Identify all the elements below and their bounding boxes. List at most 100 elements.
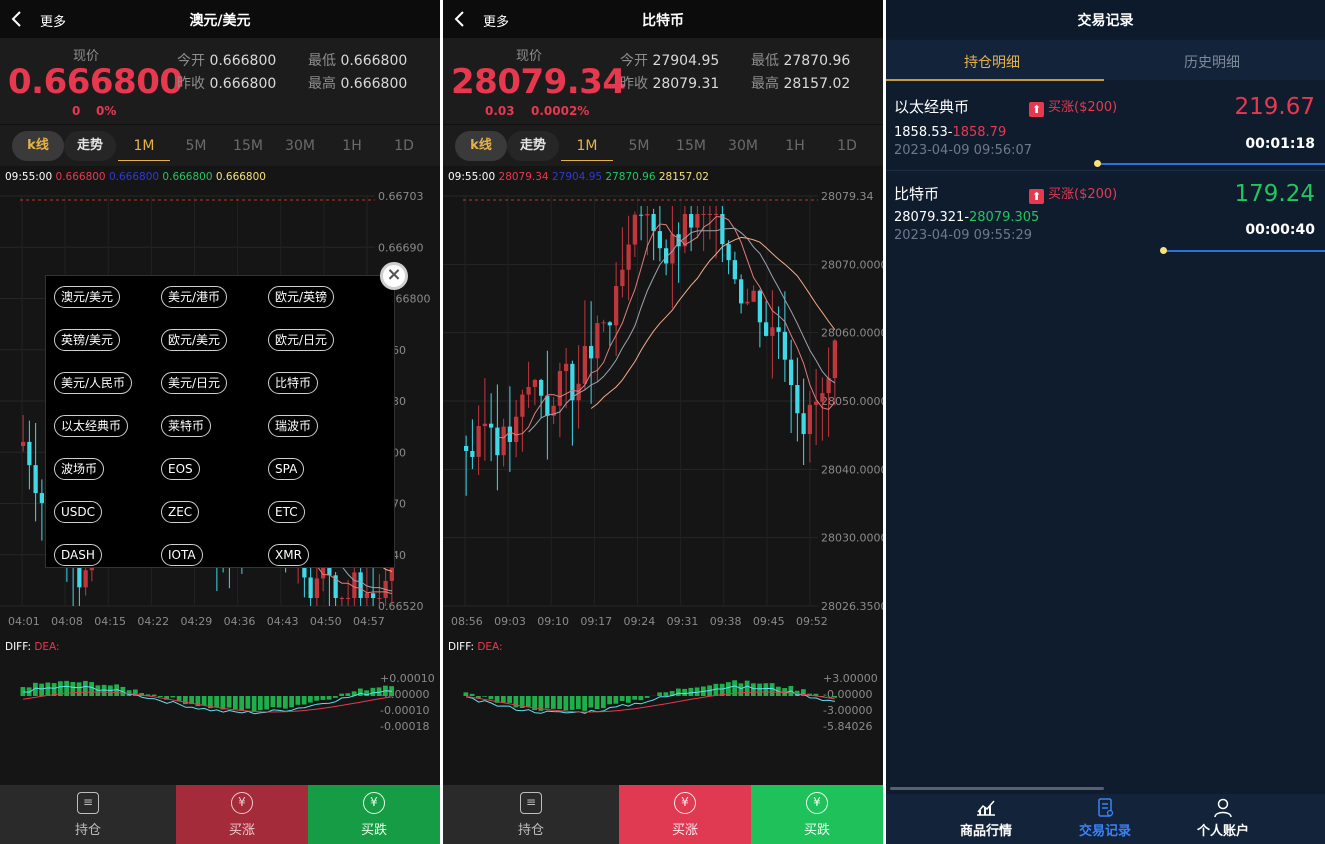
candle-body — [626, 244, 631, 270]
symbol-menu-item[interactable]: 欧元/英镑 — [268, 286, 335, 308]
y-tick-label: 0.66520 — [378, 600, 424, 613]
tab-positions[interactable]: 持仓明细 — [964, 52, 1020, 72]
symbol-menu-item[interactable]: IOTA — [161, 544, 203, 566]
macd-bar — [463, 692, 469, 696]
position-profit: 219.67 — [1234, 94, 1315, 120]
page-title: 澳元/美元 — [189, 13, 251, 29]
hold-button[interactable]: ≡ 持仓 — [443, 785, 619, 844]
symbol-menu-item[interactable]: DASH — [54, 544, 102, 566]
macd-bar — [258, 696, 263, 711]
macd-bar — [226, 696, 232, 708]
macd-bar — [201, 696, 207, 706]
current-price: 0.666800 — [8, 62, 183, 102]
nav-market[interactable]: 商品行情 — [926, 794, 1046, 844]
bottom-bar: ≡ 持仓 ¥ 买涨 ¥ 买跌 — [0, 785, 440, 844]
macd-bar — [601, 696, 606, 709]
tab-kline[interactable]: k线 — [455, 131, 507, 161]
x-tick-label: 04:01 — [8, 615, 40, 628]
record-tabs: 持仓明细 历史明细 — [886, 40, 1325, 80]
symbol-menu-item[interactable]: 澳元/美元 — [54, 286, 121, 308]
chart-tabs: k线 走势 1M 5M 15M 30M 1H 1D — [443, 124, 883, 166]
period-30m[interactable]: 30M — [274, 131, 326, 161]
symbol-menu-item[interactable]: XMR — [268, 544, 309, 566]
symbol-menu-item[interactable]: 比特币 — [268, 372, 319, 394]
symbol-menu-item[interactable]: EOS — [161, 458, 200, 480]
symbol-menu-item[interactable]: 美元/日元 — [161, 372, 228, 394]
period-5m[interactable]: 5M — [613, 131, 665, 161]
macd-bar — [588, 696, 594, 708]
hold-button[interactable]: ≡ 持仓 — [0, 785, 176, 844]
macd-bar — [151, 694, 157, 696]
symbol-menu-item[interactable]: USDC — [54, 501, 103, 523]
nav-account[interactable]: 个人账户 — [1164, 794, 1282, 844]
period-1d[interactable]: 1D — [378, 131, 430, 161]
candle-body — [520, 394, 525, 417]
symbol-menu-item[interactable]: 欧元/日元 — [268, 329, 335, 351]
tab-history[interactable]: 历史明细 — [1184, 52, 1240, 72]
price-change-pct: 0% — [96, 104, 117, 118]
tab-trend[interactable]: 走势 — [507, 131, 559, 161]
macd-bar — [39, 683, 44, 696]
macd-bar — [214, 696, 219, 707]
symbol-menu-item[interactable]: SPA — [268, 458, 305, 480]
macd-tick-label: -3.00000 — [823, 704, 872, 717]
symbol-menu-item[interactable]: 英镑/美元 — [54, 329, 121, 351]
candle-body — [639, 214, 644, 216]
period-5m[interactable]: 5M — [170, 131, 222, 161]
direction-badge: ⬆ 买涨($200) — [1029, 96, 1117, 117]
period-15m[interactable]: 15M — [222, 131, 274, 161]
candle-body — [632, 214, 637, 245]
candle-body — [314, 578, 319, 598]
symbol-menu-item[interactable]: ZEC — [161, 501, 200, 523]
symbol-menu-item[interactable]: 瑞波币 — [268, 415, 319, 437]
candle-body — [346, 598, 351, 599]
candle-body — [707, 214, 712, 215]
candle-body — [582, 345, 587, 384]
symbol-menu-item[interactable]: 以太经典币 — [54, 415, 129, 437]
period-1h[interactable]: 1H — [326, 131, 378, 161]
period-1m[interactable]: 1M — [561, 131, 613, 161]
x-tick-label: 09:52 — [796, 615, 828, 628]
tab-kline[interactable]: k线 — [12, 131, 64, 161]
chart-canvas: 28079.34 28070.0000 28060.0000 28050.0000 28… — [443, 190, 883, 733]
macd-bar — [308, 696, 313, 703]
buy-down-button[interactable]: ¥ 买跌 — [308, 785, 440, 844]
period-15m[interactable]: 15M — [665, 131, 717, 161]
scrollbar[interactable] — [890, 787, 1104, 790]
period-1d[interactable]: 1D — [821, 131, 873, 161]
symbol-menu-item[interactable]: 欧元/美元 — [161, 329, 228, 351]
period-30m[interactable]: 30M — [717, 131, 769, 161]
macd-bar — [358, 688, 363, 696]
x-tick-label: 09:38 — [710, 615, 742, 628]
candle-body — [607, 322, 612, 326]
nav-records[interactable]: 交易记录 — [1046, 794, 1164, 844]
candle-body — [651, 214, 656, 232]
x-tick-label: 09:31 — [667, 615, 699, 628]
symbol-menu-item[interactable]: 美元/港币 — [161, 286, 228, 308]
symbol-menu-item[interactable]: 美元/人民币 — [54, 372, 133, 394]
position-item[interactable]: 以太经典币 ⬆ 买涨($200) 219.67 1858.53-1858.79 2… — [886, 84, 1325, 170]
symbol-menu-item[interactable]: ETC — [268, 501, 305, 523]
symbol-menu-item[interactable]: 波场币 — [54, 458, 105, 480]
y-tick-label: 28050.0000 — [821, 395, 883, 408]
candle-body — [601, 322, 606, 324]
macd-bar — [501, 696, 506, 703]
symbol-menu-item[interactable]: 莱特币 — [161, 415, 212, 437]
macd-bar — [488, 696, 494, 700]
page-title: 交易记录 — [1077, 13, 1134, 29]
macd-bar — [320, 696, 326, 700]
close-icon[interactable]: × — [380, 262, 408, 290]
kline-chart[interactable]: 09:55:00 28079.34 27904.95 27870.96 2815… — [443, 166, 883, 786]
tab-trend[interactable]: 走势 — [64, 131, 116, 161]
buy-up-button[interactable]: ¥ 买涨 — [176, 785, 308, 844]
buy-down-button[interactable]: ¥ 买跌 — [751, 785, 883, 844]
macd-bar — [233, 696, 238, 710]
macd-bar — [239, 696, 244, 711]
candle-body — [776, 327, 781, 332]
position-item[interactable]: 比特币 ⬆ 买涨($200) 179.24 28079.321-28079.305… — [886, 170, 1325, 256]
candle-body — [820, 393, 825, 402]
period-1h[interactable]: 1H — [769, 131, 821, 161]
macd-bar — [663, 692, 669, 696]
buy-up-button[interactable]: ¥ 买涨 — [619, 785, 751, 844]
period-1m[interactable]: 1M — [118, 131, 170, 161]
